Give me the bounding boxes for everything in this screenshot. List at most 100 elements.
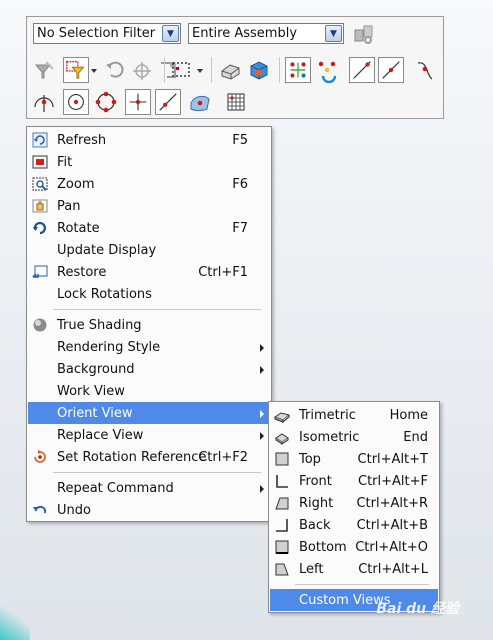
menu-item-shortcut: Ctrl+Alt+T xyxy=(357,452,428,467)
selection-toolbar: No Selection Filter ▼ Entire Assembly ▼ xyxy=(26,16,444,119)
menu-item-label: Repeat Command xyxy=(57,481,174,496)
type-filter-dropdown-icon[interactable] xyxy=(89,57,99,83)
menu-item-shortcut: Ctrl+F1 xyxy=(198,265,248,280)
point-on-curve-snap-icon[interactable] xyxy=(155,89,181,115)
menu-item-label: Work View xyxy=(57,384,125,399)
menu-item-update-display[interactable]: Update Display xyxy=(28,239,270,261)
menu-item-restore[interactable]: Restore Ctrl+F1 xyxy=(28,261,270,283)
bounded-grid-snap-icon[interactable] xyxy=(223,89,249,115)
menu-item-label: Fit xyxy=(57,155,73,170)
end-point-snap-icon[interactable] xyxy=(349,57,375,83)
menu-separator xyxy=(53,472,261,473)
scope-filter-value: Entire Assembly xyxy=(192,26,298,41)
trimetric-icon xyxy=(273,407,291,424)
menu-item-back[interactable]: Back Ctrl+Alt+B xyxy=(270,514,438,536)
menu-item-left[interactable]: Left Ctrl+Alt+L xyxy=(270,558,438,580)
menu-item-label: Trimetric xyxy=(299,408,356,423)
menu-item-rotate[interactable]: Rotate F7 xyxy=(28,217,270,239)
menu-item-zoom[interactable]: Zoom F6 xyxy=(28,173,270,195)
menu-separator xyxy=(53,309,261,310)
rectangle-select-icon[interactable] xyxy=(169,57,195,83)
background-decoration xyxy=(0,600,30,640)
clear-filter-icon[interactable] xyxy=(31,57,57,83)
menu-item-refresh[interactable]: Refresh F5 xyxy=(28,129,270,151)
menu-item-label: Top xyxy=(299,452,321,467)
menu-item-pan[interactable]: Pan xyxy=(28,195,270,217)
menu-item-label: Pan xyxy=(57,199,81,214)
menu-item-top[interactable]: Top Ctrl+Alt+T xyxy=(270,448,438,470)
orient-view-submenu: Trimetric Home Isometric End Top Ctrl+Al… xyxy=(268,401,440,613)
arc-center-snap-icon[interactable] xyxy=(31,89,57,115)
restore-icon xyxy=(32,264,48,280)
snap-points-enabled-icon[interactable] xyxy=(285,57,311,83)
chevron-down-icon[interactable]: ▼ xyxy=(162,25,179,42)
menu-item-shortcut: Home xyxy=(389,408,428,423)
selection-filter-dropdown[interactable]: No Selection Filter ▼ xyxy=(33,23,181,44)
menu-item-right[interactable]: Right Ctrl+Alt+R xyxy=(270,492,438,514)
menu-item-set-rotation-reference[interactable]: Set Rotation Reference Ctrl+F2 xyxy=(28,446,270,468)
menu-item-label: Zoom xyxy=(57,177,95,192)
menu-item-shortcut: Ctrl+F2 xyxy=(198,450,248,465)
menu-item-shortcut: Ctrl+Alt+L xyxy=(358,562,428,577)
menu-item-label: Lock Rotations xyxy=(57,287,152,302)
menu-item-label: Refresh xyxy=(57,133,107,148)
menu-item-label: Rotate xyxy=(57,221,100,236)
menu-item-shortcut: Ctrl+Alt+F xyxy=(358,474,428,489)
menu-item-lock-rotations[interactable]: Lock Rotations xyxy=(28,283,270,305)
menu-item-label: True Shading xyxy=(57,318,142,333)
menu-item-true-shading[interactable]: True Shading xyxy=(28,314,270,336)
view-context-menu: Refresh F5 Fit Zoom F6 Pan Rotate F7 Upd… xyxy=(26,126,272,522)
menu-item-shortcut: F5 xyxy=(232,133,248,148)
rectangle-select-dropdown-icon[interactable] xyxy=(195,57,205,83)
toolbar-separator xyxy=(211,57,212,83)
menu-item-shortcut: F6 xyxy=(232,177,248,192)
menu-item-label: Right xyxy=(299,496,334,511)
menu-item-label: Rendering Style xyxy=(57,340,161,355)
top-view-icon xyxy=(274,451,290,467)
intersection-snap-icon[interactable] xyxy=(125,89,151,115)
center-snap-icon[interactable] xyxy=(63,89,89,115)
menu-item-background[interactable]: Background xyxy=(28,358,270,380)
component-filter-icon[interactable] xyxy=(246,57,272,83)
menu-item-label: Set Rotation Reference xyxy=(57,450,207,465)
menu-item-repeat-command[interactable]: Repeat Command xyxy=(28,477,270,499)
menu-item-front[interactable]: Front Ctrl+Alt+F xyxy=(270,470,438,492)
menu-item-shortcut: Ctrl+Alt+O xyxy=(355,540,428,555)
menu-item-rendering-style[interactable]: Rendering Style xyxy=(28,336,270,358)
submenu-arrow-icon xyxy=(260,366,264,374)
undo-selection-icon[interactable] xyxy=(103,57,129,83)
clear-snap-points-icon[interactable] xyxy=(314,57,340,83)
solid-body-filter-icon[interactable] xyxy=(217,57,243,83)
control-point-snap-icon[interactable] xyxy=(412,57,438,83)
zoom-icon xyxy=(32,176,48,192)
menu-item-label: Isometric xyxy=(299,430,360,445)
chevron-down-icon[interactable]: ▼ xyxy=(325,25,342,42)
mid-point-snap-icon[interactable] xyxy=(378,57,404,83)
fit-icon xyxy=(32,154,48,170)
menu-item-fit[interactable]: Fit xyxy=(28,151,270,173)
menu-item-orient-view[interactable]: Orient View xyxy=(28,402,270,424)
menu-item-label: Restore xyxy=(57,265,107,280)
menu-item-work-view[interactable]: Work View xyxy=(28,380,270,402)
assembly-link-icon[interactable] xyxy=(351,21,377,47)
menu-item-undo[interactable]: Undo xyxy=(28,499,270,521)
menu-item-label: Undo xyxy=(57,503,91,518)
menu-item-label: Orient View xyxy=(57,406,133,421)
menu-item-isometric[interactable]: Isometric End xyxy=(270,426,438,448)
menu-item-label: Background xyxy=(57,362,135,377)
menu-item-trimetric[interactable]: Trimetric Home xyxy=(270,404,438,426)
toolbar-separator xyxy=(279,57,280,83)
type-filter-icon[interactable] xyxy=(63,57,89,83)
submenu-arrow-icon xyxy=(260,410,264,418)
submenu-arrow-icon xyxy=(260,344,264,352)
menu-item-label: Front xyxy=(299,474,332,489)
menu-item-bottom[interactable]: Bottom Ctrl+Alt+O xyxy=(270,536,438,558)
menu-item-label: Replace View xyxy=(57,428,144,443)
point-selection-icon[interactable] xyxy=(129,57,155,83)
menu-item-replace-view[interactable]: Replace View xyxy=(28,424,270,446)
point-on-surface-snap-icon[interactable] xyxy=(187,89,213,115)
menu-item-shortcut: F7 xyxy=(232,221,248,236)
right-view-icon xyxy=(274,495,290,511)
scope-filter-dropdown[interactable]: Entire Assembly ▼ xyxy=(188,23,344,44)
quadrant-snap-icon[interactable] xyxy=(93,89,119,115)
